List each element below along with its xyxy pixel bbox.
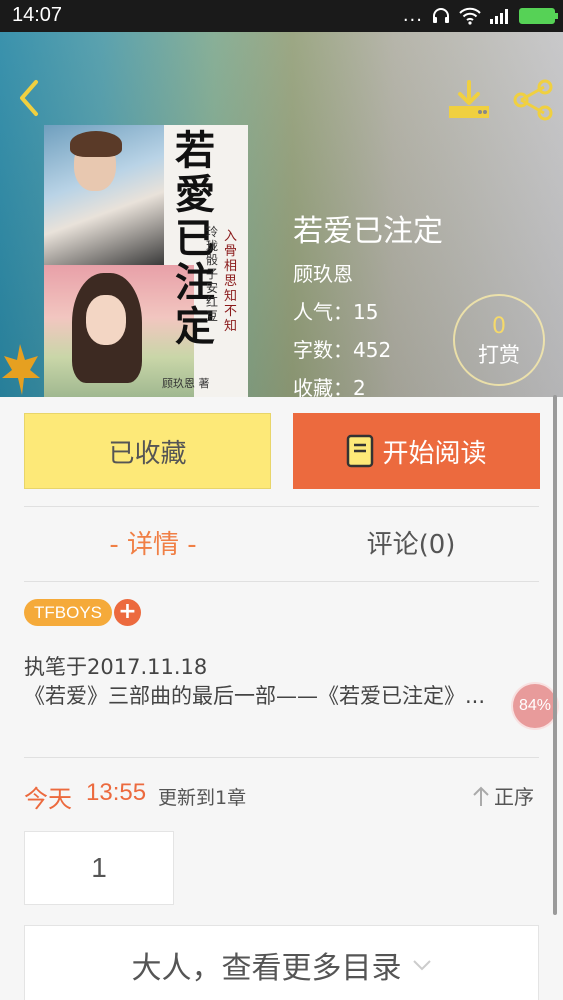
cover-subtitle-2: 玲珑骰子安红豆 xyxy=(206,225,219,323)
chapter-number: 1 xyxy=(91,852,107,883)
maple-leaf-decoration xyxy=(2,344,40,395)
intro-line-2: 《若爱》三部曲的最后一部——《若爱已注定》... xyxy=(24,684,486,708)
share-button[interactable] xyxy=(511,78,555,122)
collected-button[interactable]: 已收藏 xyxy=(24,413,271,489)
book-header: 若愛 已 注 定 玲珑骰子安红豆 入骨相思知不知 顾玖恩 著 若爱已注定 顾玖恩… xyxy=(0,32,563,397)
book-title: 若爱已注定 xyxy=(293,214,443,249)
status-time: 14:07 xyxy=(12,4,63,26)
update-time: 13:55 xyxy=(86,779,147,806)
more-catalog-label: 大人，查看更多目录 xyxy=(131,951,402,986)
status-dots: ... xyxy=(402,5,423,26)
book-favorites: 收藏：2 xyxy=(293,376,366,397)
divider xyxy=(24,757,539,758)
more-catalog-button[interactable]: 大人，查看更多目录 xyxy=(24,925,539,1000)
status-icons: ... xyxy=(402,5,558,26)
add-tag-button[interactable]: + xyxy=(114,599,141,626)
book-intro[interactable]: 执笔于2017.11.18 《若爱》三部曲的最后一部——《若爱已注定》... xyxy=(24,653,504,711)
arrow-up-icon xyxy=(473,786,489,806)
download-button[interactable] xyxy=(447,78,491,122)
book-word-count: 字数：452 xyxy=(293,338,392,362)
intro-line-1: 执笔于2017.11.18 xyxy=(24,655,208,679)
headset-icon xyxy=(433,8,449,23)
reading-progress-badge[interactable]: 84% xyxy=(511,682,559,730)
tip-label: 打赏 xyxy=(478,343,520,367)
update-info: 更新到1章 xyxy=(158,787,247,809)
divider xyxy=(24,581,539,582)
back-button[interactable] xyxy=(14,78,46,118)
cover-photo-boy xyxy=(44,125,164,265)
tab-detail[interactable]: - 详情 - xyxy=(24,524,282,561)
tip-button[interactable]: 0 打赏 xyxy=(453,294,545,386)
wifi-icon xyxy=(459,7,481,25)
chapter-item[interactable]: 1 xyxy=(24,831,174,905)
tip-count: 0 xyxy=(492,314,506,339)
start-reading-label: 开始阅读 xyxy=(382,438,487,469)
battery-icon xyxy=(519,8,558,24)
book-cover[interactable]: 若愛 已 注 定 玲珑骰子安红豆 入骨相思知不知 顾玖恩 著 xyxy=(44,125,248,397)
tag-tfboys[interactable]: TFBOYS xyxy=(24,599,113,626)
cover-signature: 顾玖恩 著 xyxy=(162,377,210,390)
start-reading-button[interactable]: 开始阅读 xyxy=(293,413,540,489)
sort-order-label: 正序 xyxy=(494,785,534,809)
status-bar: 14:07 ... xyxy=(0,0,563,32)
update-day: 今天 xyxy=(24,785,72,813)
book-author[interactable]: 顾玖恩 xyxy=(293,258,353,287)
chevron-down-icon xyxy=(412,960,431,971)
collected-label: 已收藏 xyxy=(108,438,187,469)
tab-comments[interactable]: 评论(0) xyxy=(282,524,540,561)
book-popularity: 人气：15 xyxy=(293,300,379,324)
divider xyxy=(24,506,539,507)
sort-order-button[interactable]: 正序 xyxy=(472,781,534,810)
signal-icon xyxy=(490,9,508,24)
scrollbar[interactable] xyxy=(553,395,557,915)
book-icon xyxy=(347,434,374,468)
cover-subtitle-1: 入骨相思知不知 xyxy=(224,229,238,334)
